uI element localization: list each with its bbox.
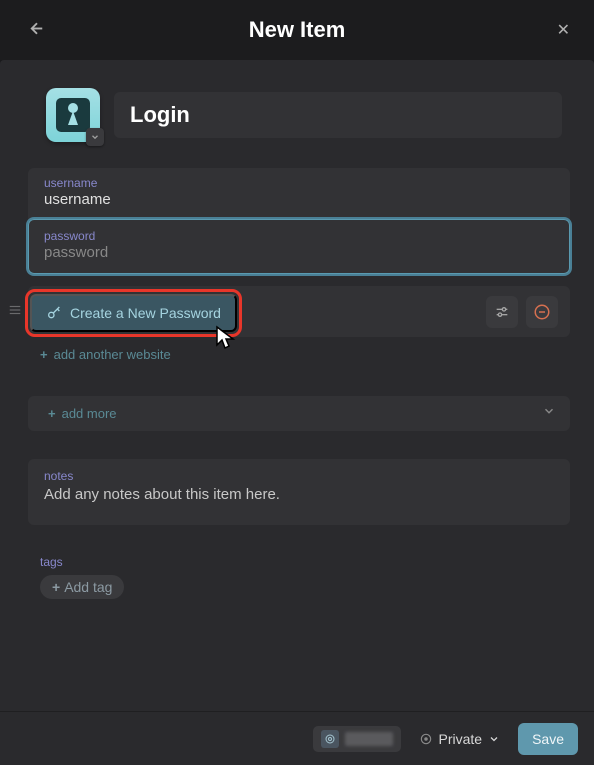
credentials-block: username password bbox=[28, 168, 570, 274]
add-tag-label: Add tag bbox=[64, 579, 112, 595]
chevron-down-icon bbox=[488, 733, 500, 745]
password-field[interactable]: password bbox=[28, 219, 570, 274]
vault-label: Private bbox=[439, 731, 483, 747]
chevron-down-icon bbox=[542, 404, 556, 418]
tags-label: tags bbox=[40, 555, 574, 569]
notes-input[interactable]: Add any notes about this item here. bbox=[44, 486, 554, 503]
create-password-label: Create a New Password bbox=[70, 305, 221, 321]
back-button[interactable] bbox=[24, 16, 50, 45]
title-row bbox=[20, 88, 574, 142]
save-button[interactable]: Save bbox=[518, 723, 578, 755]
tags-block: tags + Add tag bbox=[40, 555, 574, 599]
drag-handle-icon[interactable] bbox=[8, 302, 22, 321]
create-password-button[interactable]: Create a New Password bbox=[30, 294, 237, 332]
keyhole-icon bbox=[65, 103, 81, 127]
page-title: New Item bbox=[249, 17, 346, 43]
icon-picker-chevron[interactable] bbox=[86, 128, 104, 146]
username-field[interactable]: username bbox=[28, 168, 570, 219]
website-settings-button[interactable] bbox=[486, 296, 518, 328]
plus-icon: + bbox=[52, 579, 60, 595]
header: New Item ✕ bbox=[0, 0, 594, 60]
content-area: username password website bbox=[0, 60, 594, 711]
website-remove-button[interactable] bbox=[526, 296, 558, 328]
footer: Private Save bbox=[0, 711, 594, 765]
vault-name-redacted bbox=[345, 732, 393, 746]
username-input[interactable] bbox=[44, 191, 554, 208]
password-input[interactable] bbox=[44, 244, 554, 261]
chevron-down-icon bbox=[90, 132, 100, 142]
close-button[interactable]: ✕ bbox=[557, 20, 570, 40]
vault-chip[interactable] bbox=[313, 726, 401, 752]
close-icon: ✕ bbox=[557, 22, 570, 39]
add-more-label: add more bbox=[62, 406, 117, 421]
sliders-icon bbox=[494, 304, 510, 320]
plus-icon: + bbox=[48, 406, 56, 421]
minus-circle-icon bbox=[533, 303, 551, 321]
add-website-label: add another website bbox=[54, 347, 171, 362]
notes-block[interactable]: notes Add any notes about this item here… bbox=[28, 459, 570, 525]
item-icon[interactable] bbox=[46, 88, 100, 142]
add-more-block[interactable]: + add more bbox=[28, 396, 570, 431]
add-tag-button[interactable]: + Add tag bbox=[40, 575, 124, 599]
username-label: username bbox=[44, 176, 554, 190]
item-title-input[interactable] bbox=[114, 92, 562, 138]
arrow-left-icon bbox=[28, 20, 46, 38]
website-actions bbox=[486, 296, 570, 328]
expand-button[interactable] bbox=[542, 404, 556, 423]
add-website-button[interactable]: + add another website bbox=[20, 337, 187, 372]
vault-selector[interactable]: Private bbox=[409, 725, 511, 753]
create-password-popover: Create a New Password bbox=[30, 294, 237, 332]
plus-icon: + bbox=[40, 347, 48, 362]
notes-label: notes bbox=[44, 469, 554, 483]
key-icon bbox=[46, 305, 62, 321]
add-more-button[interactable]: + add more bbox=[28, 396, 133, 431]
vault-icon bbox=[321, 730, 339, 748]
password-label: password bbox=[44, 229, 554, 243]
circle-icon bbox=[419, 732, 433, 746]
